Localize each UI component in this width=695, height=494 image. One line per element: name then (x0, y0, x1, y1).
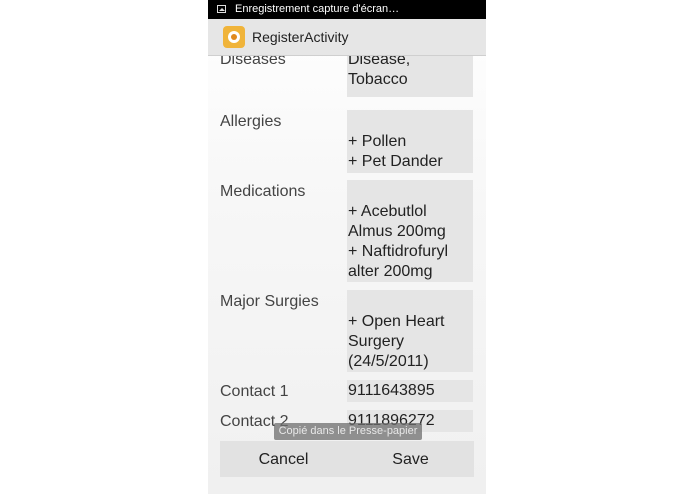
field-line: Disease, (348, 56, 411, 68)
field-line: + Naftidrofuryl (348, 243, 449, 260)
image-icon (217, 5, 226, 13)
field-label-allergies: Allergies (220, 113, 282, 130)
field-label-diseases: Diseases (220, 56, 286, 68)
field-line: + Pollen (348, 133, 407, 150)
field-line: + Open Heart (348, 313, 445, 330)
field-line: 9111643895 (348, 382, 435, 399)
save-button[interactable]: Save (347, 441, 474, 477)
field-label-contact-1: Contact 1 (220, 383, 289, 400)
form-scroll-area[interactable]: Diseases Disease, Tobacco Allergies + Po… (208, 56, 486, 441)
field-line: + Pet Dander (348, 153, 443, 170)
phone-screen: Enregistrement capture d'écran… Register… (208, 0, 486, 494)
action-bar: RegisterActivity (208, 19, 486, 56)
toast-message: Copié dans le Presse-papier (274, 423, 422, 440)
status-notification-text: Enregistrement capture d'écran… (235, 3, 400, 15)
field-line: Tobacco (348, 71, 408, 88)
field-value-major-surgies[interactable]: + Open Heart Surgery (24/5/2011) (347, 290, 473, 372)
field-label-medications: Medications (220, 183, 306, 200)
field-value-contact-1[interactable]: 9111643895 (347, 380, 473, 402)
field-line: Surgery (348, 333, 405, 350)
cancel-button[interactable]: Cancel (220, 441, 347, 477)
button-bar: Cancel Save (220, 441, 474, 477)
field-value-allergies[interactable]: + Pollen + Pet Dander (347, 110, 473, 173)
field-line (348, 182, 473, 202)
field-label-major-surgies: Major Surgies (220, 293, 319, 310)
field-line (348, 112, 473, 132)
field-line (348, 292, 473, 312)
status-bar: Enregistrement capture d'écran… (208, 0, 486, 19)
app-logo-icon[interactable] (223, 26, 245, 48)
field-line: Almus 200mg (348, 223, 446, 240)
field-line: alter 200mg (348, 263, 433, 280)
field-value-medications[interactable]: + Acebutlol Almus 200mg + Naftidrofuryl … (347, 180, 473, 282)
field-line: + Acebutlol (348, 203, 427, 220)
field-value-diseases[interactable]: Disease, Tobacco (347, 56, 473, 97)
field-line: (24/5/2011) (348, 353, 429, 370)
page-title: RegisterActivity (252, 29, 349, 45)
